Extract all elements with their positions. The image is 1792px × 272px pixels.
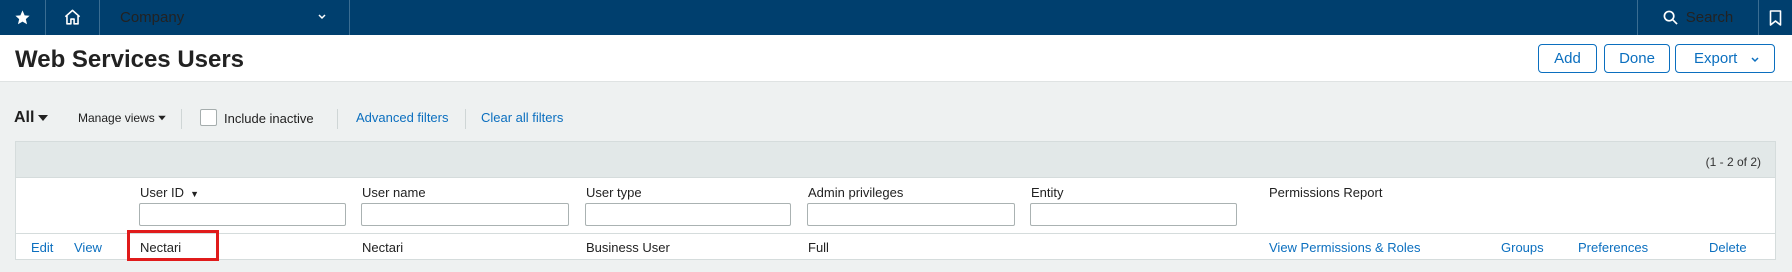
record-count: (1 - 2 of 2): [1705, 155, 1761, 169]
admin-privileges-cell: Full: [808, 240, 829, 255]
column-header-user-id[interactable]: User ID ▼: [140, 185, 199, 200]
home-icon: [64, 9, 81, 25]
user-name-filter-input[interactable]: [361, 203, 569, 226]
search-icon: [1663, 10, 1678, 25]
clear-all-filters-link[interactable]: Clear all filters: [481, 110, 563, 125]
highlight-box: [127, 230, 219, 261]
bookmark-icon: [1769, 9, 1782, 26]
column-header-user-name[interactable]: User name: [362, 185, 426, 200]
home-button[interactable]: [46, 0, 100, 35]
add-button[interactable]: Add: [1538, 44, 1597, 73]
user-name-cell: Nectari: [362, 240, 404, 255]
divider: [181, 109, 182, 129]
column-header-entity[interactable]: Entity: [1031, 185, 1064, 200]
edit-link[interactable]: Edit: [31, 240, 53, 255]
include-inactive-checkbox[interactable]: [200, 109, 217, 126]
view-permissions-link[interactable]: View Permissions & Roles: [1269, 240, 1420, 255]
bookmark-button[interactable]: [1759, 0, 1792, 35]
column-label: User ID: [140, 185, 185, 200]
company-label: Company: [120, 9, 185, 26]
search-label: Search: [1685, 9, 1734, 26]
view-label: All: [14, 109, 35, 126]
divider: [465, 109, 466, 129]
search-button[interactable]: Search: [1637, 0, 1759, 35]
chevron-down-icon: [318, 14, 326, 20]
table-toolbar: (1 - 2 of 2): [16, 142, 1775, 178]
user-type-cell: Business User: [586, 240, 670, 255]
caret-down-icon: [38, 115, 49, 121]
chevron-down-icon: [1751, 57, 1759, 63]
export-button[interactable]: Export: [1675, 44, 1775, 73]
done-button[interactable]: Done: [1604, 44, 1670, 73]
view-link[interactable]: View: [74, 240, 102, 255]
users-table: (1 - 2 of 2) User ID ▼ User name User typ…: [15, 141, 1776, 261]
export-label: Export: [1694, 50, 1738, 67]
view-selector[interactable]: All: [14, 109, 49, 127]
top-nav-bar: Company Search: [0, 0, 1792, 35]
groups-link[interactable]: Groups: [1501, 240, 1544, 255]
favorites-button[interactable]: [0, 0, 46, 35]
company-selector[interactable]: Company: [100, 0, 350, 35]
caret-down-icon: [157, 115, 166, 121]
entity-filter-input[interactable]: [1030, 203, 1237, 226]
divider: [337, 109, 338, 129]
manage-views-dropdown[interactable]: Manage views: [78, 111, 166, 125]
filter-bar: All Manage views Include inactive Advanc…: [0, 100, 1792, 136]
delete-link[interactable]: Delete: [1709, 240, 1747, 255]
advanced-filters-link[interactable]: Advanced filters: [356, 110, 449, 125]
row-divider: [16, 233, 1775, 234]
include-inactive-label: Include inactive: [224, 111, 314, 126]
admin-privileges-filter-input[interactable]: [807, 203, 1015, 226]
column-header-user-type[interactable]: User type: [586, 185, 642, 200]
sort-caret-icon: ▼: [190, 189, 199, 199]
manage-views-label: Manage views: [78, 111, 155, 125]
column-header-permissions-report: Permissions Report: [1269, 185, 1383, 200]
column-header-admin-privileges[interactable]: Admin privileges: [808, 185, 903, 200]
preferences-link[interactable]: Preferences: [1578, 240, 1648, 255]
page-title: Web Services Users: [15, 46, 245, 73]
user-id-filter-input[interactable]: [139, 203, 346, 226]
user-type-filter-input[interactable]: [585, 203, 791, 226]
star-icon: [15, 10, 30, 25]
title-bar: Web Services Users: [0, 35, 1792, 82]
